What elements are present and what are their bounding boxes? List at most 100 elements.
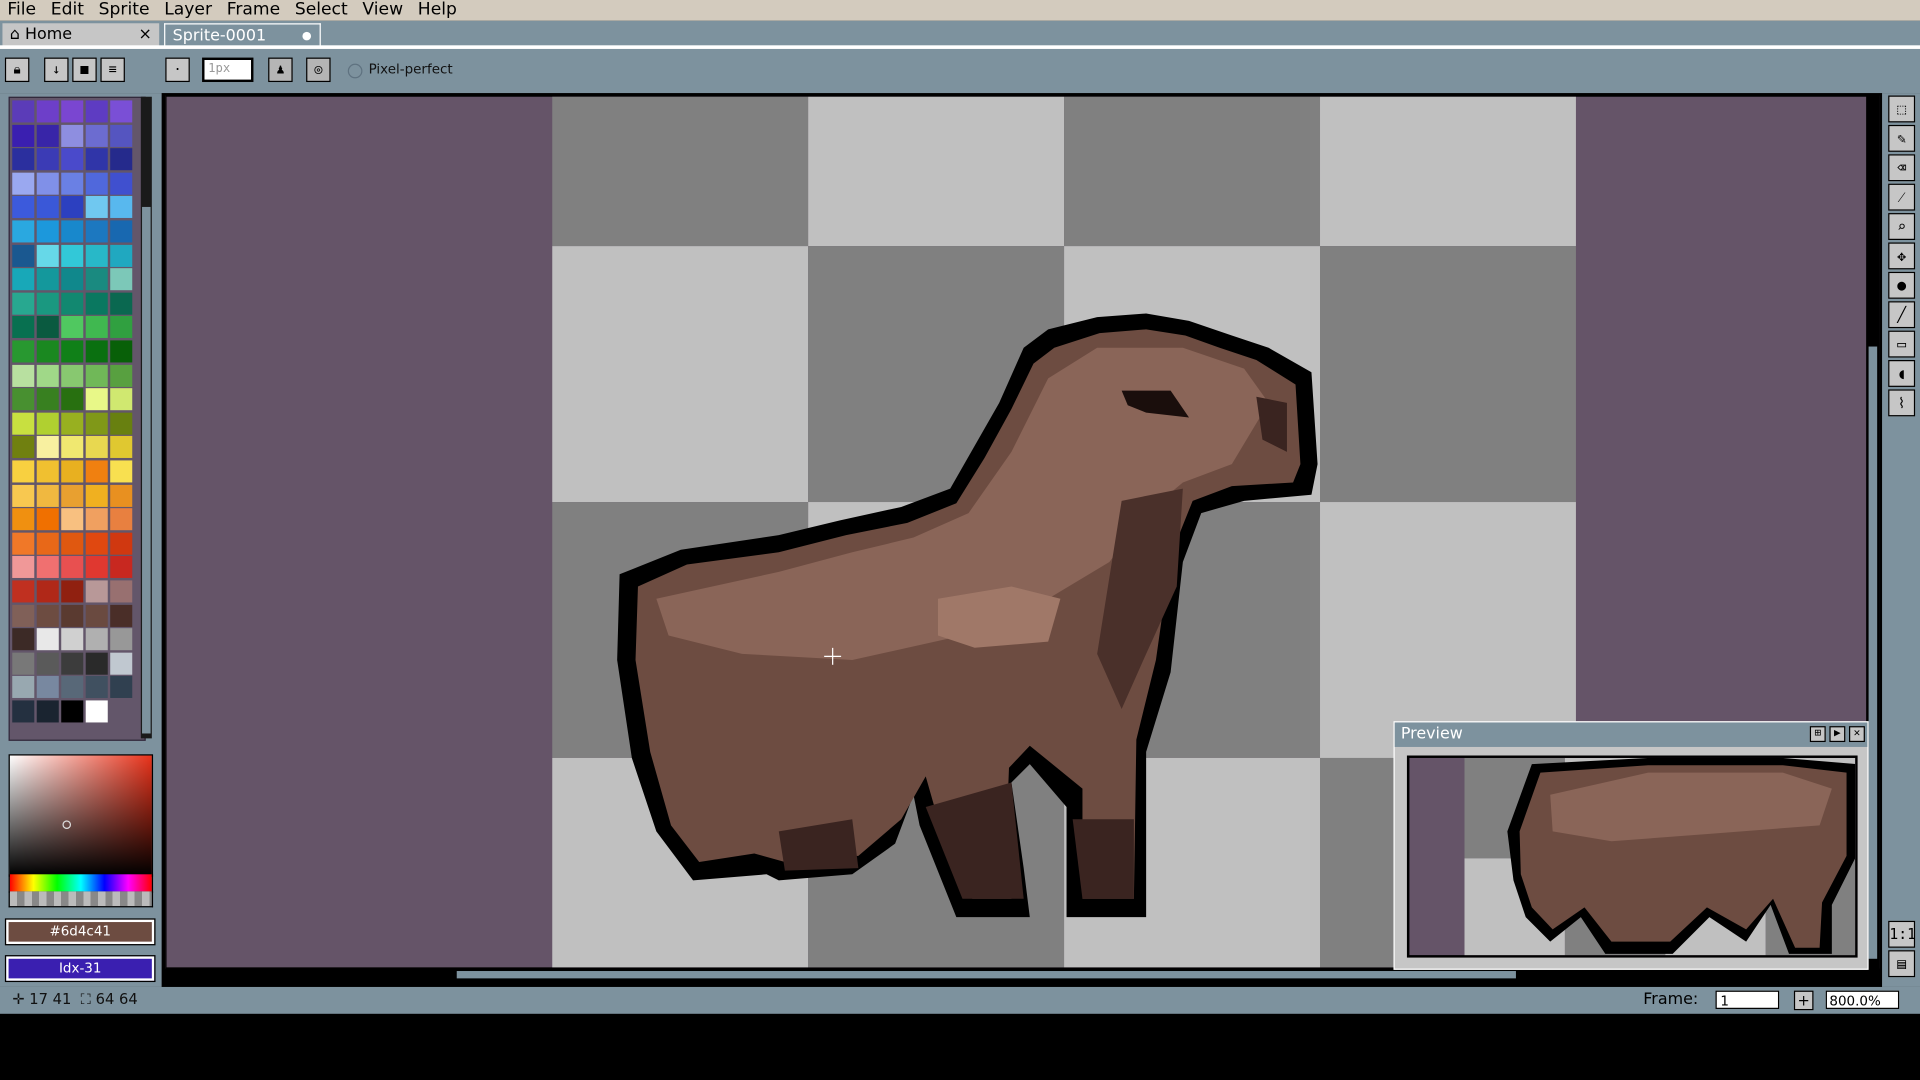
menu-edit[interactable]: Edit	[43, 0, 91, 21]
palette-swatch[interactable]	[12, 628, 35, 651]
palette-swatch[interactable]	[61, 196, 84, 219]
palette-swatch[interactable]	[110, 508, 133, 531]
palette-swatch[interactable]	[85, 172, 108, 195]
palette-swatch[interactable]	[110, 604, 133, 627]
preview-close-icon[interactable]: ✕	[1848, 726, 1865, 743]
palette-swatch[interactable]	[12, 148, 35, 171]
palette-swatch[interactable]	[36, 412, 59, 435]
palette-swatch[interactable]	[61, 172, 84, 195]
menu-file[interactable]: File	[0, 0, 43, 21]
eraser-icon[interactable]: ⌫	[1888, 154, 1916, 182]
palette-swatch[interactable]	[36, 268, 59, 291]
palette-swatch[interactable]	[36, 652, 59, 675]
line-icon[interactable]: ╱	[1888, 301, 1916, 329]
palette-swatch[interactable]	[12, 364, 35, 387]
palette-swatch[interactable]	[12, 316, 35, 339]
palette-swatch[interactable]	[12, 196, 35, 219]
palette-swatch[interactable]	[110, 100, 133, 123]
palette-swatch[interactable]	[36, 484, 59, 507]
palette-swatch[interactable]	[85, 244, 108, 267]
hex-color-field[interactable]: #6d4c41	[4, 918, 156, 946]
menu-lines-icon[interactable]: ≡	[100, 57, 125, 83]
palette-swatch[interactable]	[110, 172, 133, 195]
palette-swatch[interactable]	[61, 268, 84, 291]
color-index-field[interactable]: Idx-31	[4, 955, 156, 983]
palette-swatch[interactable]	[36, 604, 59, 627]
palette-swatch[interactable]	[12, 580, 35, 603]
palette-swatch[interactable]	[12, 532, 35, 555]
palette-swatch[interactable]	[61, 388, 84, 411]
palette-swatch[interactable]	[61, 628, 84, 651]
zoom-icon[interactable]: ⌕	[1888, 213, 1916, 241]
palette-swatch[interactable]	[36, 676, 59, 699]
palette-swatch[interactable]	[61, 652, 84, 675]
palette-swatch[interactable]	[12, 484, 35, 507]
ink-icon[interactable]: ♟	[268, 57, 293, 83]
palette-swatch[interactable]	[85, 676, 108, 699]
palette-swatch[interactable]	[61, 556, 84, 579]
palette-swatch[interactable]	[36, 220, 59, 243]
palette-swatch[interactable]	[85, 100, 108, 123]
hue-slider[interactable]	[8, 874, 154, 893]
palette-swatch[interactable]	[85, 220, 108, 243]
palette-swatch[interactable]	[12, 100, 35, 123]
palette-swatch[interactable]	[36, 244, 59, 267]
palette-swatch[interactable]	[36, 124, 59, 147]
palette-swatch[interactable]	[85, 268, 108, 291]
palette-swatch[interactable]	[61, 364, 84, 387]
palette-swatch[interactable]	[12, 652, 35, 675]
preview-play-icon[interactable]: ▶	[1829, 726, 1846, 743]
palette-swatch[interactable]	[61, 148, 84, 171]
palette-swatch[interactable]	[85, 340, 108, 363]
pixel-perfect-icon[interactable]: ◎	[306, 57, 331, 83]
palette-swatch[interactable]	[61, 508, 84, 531]
pencil-icon[interactable]: ✎	[1888, 124, 1916, 152]
palette-swatch[interactable]	[110, 628, 133, 651]
palette-swatch[interactable]	[36, 388, 59, 411]
palette-swatch[interactable]	[110, 652, 133, 675]
preview-window[interactable]: Preview ⊞ ▶ ✕	[1393, 721, 1869, 970]
brush-size-input[interactable]: 1px	[202, 57, 254, 83]
palette-swatch[interactable]	[85, 508, 108, 531]
palette-swatch[interactable]	[36, 436, 59, 459]
brush-type-icon[interactable]: ·	[165, 57, 190, 83]
palette-swatch[interactable]	[36, 580, 59, 603]
palette-swatch[interactable]	[110, 268, 133, 291]
palette-swatch[interactable]	[36, 340, 59, 363]
palette-swatch[interactable]	[85, 484, 108, 507]
palette-swatch[interactable]	[85, 124, 108, 147]
unsaved-dot-icon[interactable]	[302, 31, 312, 41]
palette-swatch[interactable]	[61, 124, 84, 147]
menu-layer[interactable]: Layer	[157, 0, 220, 21]
palette-swatch[interactable]	[110, 220, 133, 243]
timeline-icon[interactable]: ▤	[1888, 950, 1916, 978]
palette-swatch[interactable]	[36, 364, 59, 387]
fill-icon[interactable]: ●	[1888, 271, 1916, 299]
square-icon[interactable]: ■	[72, 57, 97, 83]
palette-swatch[interactable]	[12, 700, 35, 723]
palette-swatch[interactable]	[85, 628, 108, 651]
palette-swatch[interactable]	[12, 508, 35, 531]
palette-swatch[interactable]	[61, 676, 84, 699]
palette-swatch[interactable]	[36, 196, 59, 219]
palette-swatch[interactable]	[110, 196, 133, 219]
palette-swatch[interactable]	[110, 436, 133, 459]
palette-swatch[interactable]	[110, 316, 133, 339]
palette-swatch[interactable]	[12, 220, 35, 243]
palette-swatch[interactable]	[36, 628, 59, 651]
palette-swatch[interactable]	[110, 412, 133, 435]
palette-swatch[interactable]	[85, 460, 108, 483]
alpha-slider[interactable]	[8, 891, 154, 908]
palette-swatch[interactable]	[61, 292, 84, 315]
palette-swatch[interactable]	[61, 412, 84, 435]
one-to-one-icon[interactable]: 1:1	[1888, 920, 1916, 948]
palette-swatch[interactable]	[85, 196, 108, 219]
palette-swatch[interactable]	[110, 676, 133, 699]
palette-swatch[interactable]	[12, 340, 35, 363]
palette-swatch[interactable]	[85, 292, 108, 315]
brush-icon[interactable]: ⌇	[1888, 389, 1916, 417]
palette-swatch[interactable]	[61, 220, 84, 243]
palette-swatch[interactable]	[12, 460, 35, 483]
palette-swatch[interactable]	[110, 292, 133, 315]
rectangle-icon[interactable]: ▭	[1888, 330, 1916, 358]
